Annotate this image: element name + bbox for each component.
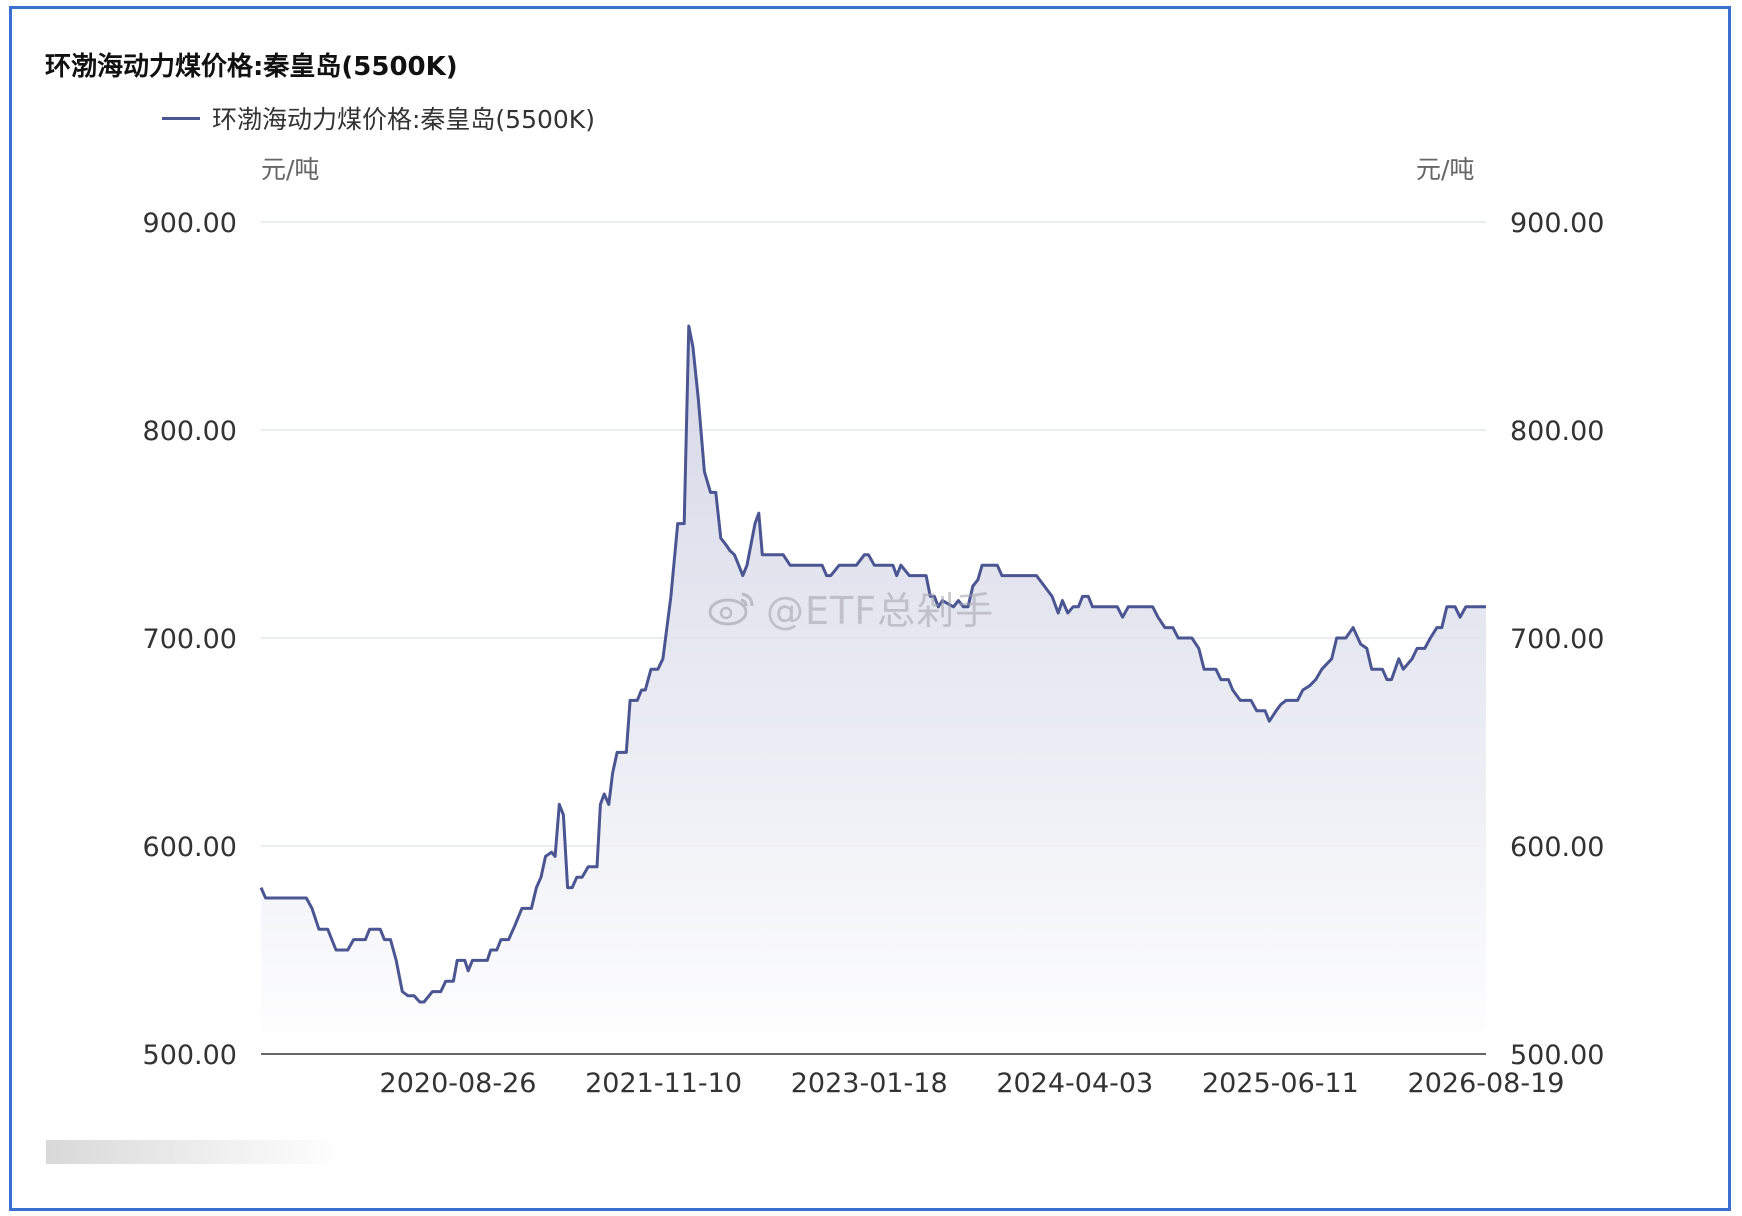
y-tick-label-right: 900.00 (1510, 208, 1604, 239)
y-tick-label-right: 600.00 (1510, 832, 1604, 863)
weibo-icon (708, 592, 754, 625)
y-tick-label-left: 700.00 (143, 624, 237, 655)
x-tick-label: 2021-11-10 (585, 1068, 742, 1099)
right-y-ticks: 900.00 800.00 700.00 600.00 500.00 (1510, 208, 1604, 1071)
y-tick-label-left: 600.00 (143, 832, 237, 863)
y-tick-label-left: 800.00 (143, 416, 237, 447)
left-y-ticks: 900.00 800.00 700.00 600.00 500.00 (143, 208, 237, 1071)
footer-blur (46, 1140, 346, 1164)
x-tick-label: 2023-01-18 (791, 1068, 948, 1099)
watermark: @ETF总剁手 (706, 580, 994, 635)
y-tick-label-left: 500.00 (143, 1040, 237, 1071)
x-tick-label: 2020-08-26 (380, 1068, 537, 1099)
y-tick-label-right: 700.00 (1510, 624, 1604, 655)
x-ticks: 2020-08-26 2021-11-10 2023-01-18 2024-04-03… (380, 1068, 1565, 1099)
y-tick-label-right: 500.00 (1510, 1040, 1604, 1071)
y-tick-label-right: 800.00 (1510, 416, 1604, 447)
watermark-text: @ETF总剁手 (766, 589, 995, 633)
x-tick-label: 2024-04-03 (996, 1068, 1153, 1099)
x-tick-label: 2025-06-11 (1202, 1068, 1359, 1099)
x-tick-label: 2026-08-19 (1408, 1068, 1565, 1099)
y-tick-label-left: 900.00 (143, 208, 237, 239)
